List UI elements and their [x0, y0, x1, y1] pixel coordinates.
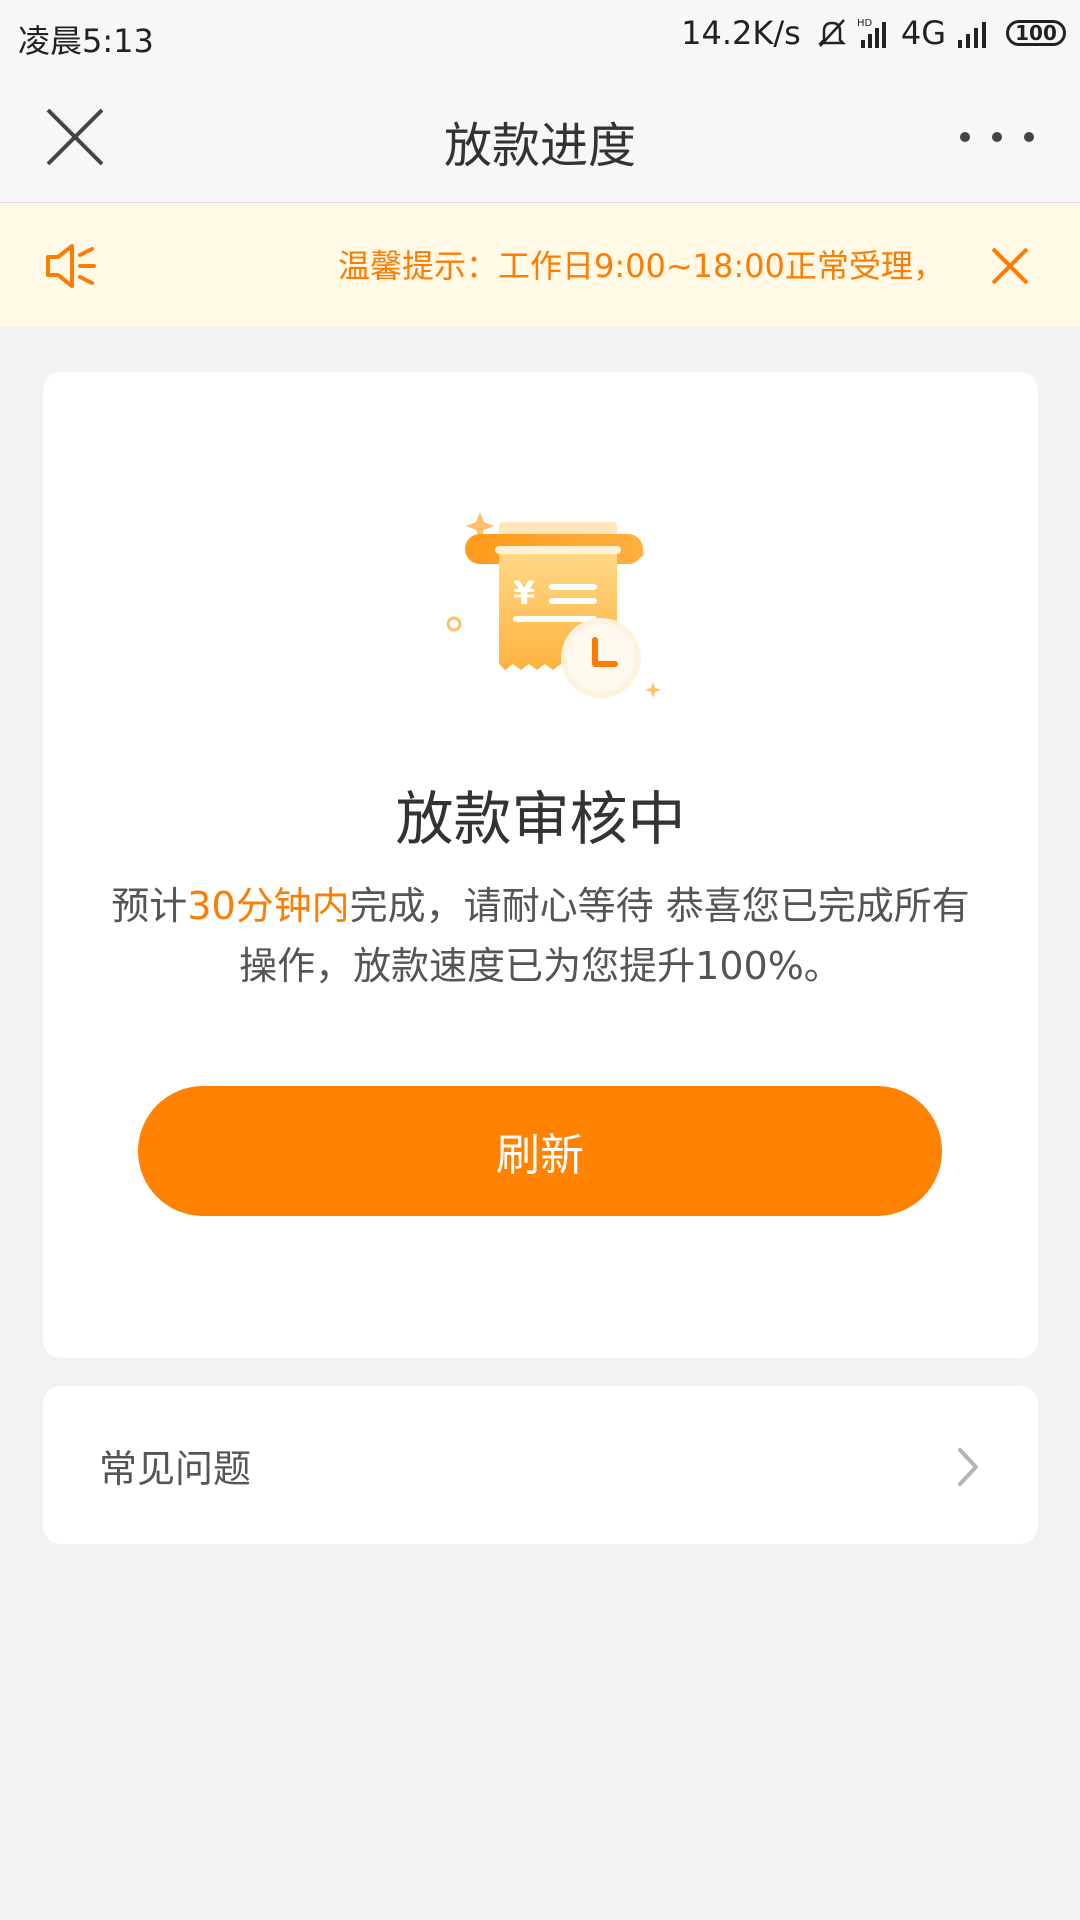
- notice-text: 温馨提示：工作日9:00~18:00正常受理，: [338, 247, 945, 285]
- refresh-button[interactable]: 刷新: [138, 1086, 942, 1216]
- page-title: 放款进度: [443, 118, 636, 174]
- faq-label: 常见问题: [99, 1447, 252, 1491]
- hd-signal-icon: HD: [857, 16, 893, 50]
- chevron-right-icon: [954, 1444, 982, 1490]
- status-time: 凌晨5:13: [18, 22, 154, 60]
- faq-row[interactable]: 常见问题: [43, 1386, 1038, 1544]
- status-description: 预计30分钟内完成，请耐心等待 恭喜您已完成所有操作，放款速度已为您提升100%…: [103, 876, 978, 996]
- battery-level: 100: [1015, 21, 1057, 45]
- svg-text:HD: HD: [857, 18, 873, 29]
- status-card: ¥ 放款审核中 预计30分钟内完成，请耐心等待 恭喜您已完成所有操作，放款速度已…: [43, 372, 1038, 1358]
- status-right: 14.2K/s HD 4G 100: [681, 14, 1066, 52]
- desc-prefix: 预计: [111, 884, 188, 928]
- speaker-icon: [44, 241, 100, 291]
- desc-suffix: 完成，请耐心等待 恭喜您已完成所有操作，放款速度已为您提升100%。: [239, 884, 970, 988]
- desc-highlight: 30分钟内: [187, 884, 350, 928]
- net-speed: 14.2K/s: [681, 14, 801, 52]
- notice-close-icon[interactable]: [990, 246, 1030, 286]
- nav-bar: 放款进度: [0, 76, 1080, 203]
- battery-icon: 100: [1006, 20, 1066, 46]
- network-type: 4G: [900, 14, 946, 52]
- bell-muted-icon: [815, 16, 849, 50]
- more-dots-icon[interactable]: [960, 132, 1034, 142]
- notice-banner: 温馨提示：工作日9:00~18:00正常受理，: [0, 203, 1080, 327]
- cell-signal-icon: [954, 16, 994, 50]
- svg-text:¥: ¥: [513, 574, 535, 612]
- status-bar: 凌晨5:13 14.2K/s HD 4G 100: [0, 0, 1080, 76]
- receipt-clock-icon: ¥: [423, 512, 693, 722]
- status-title: 放款审核中: [395, 785, 686, 853]
